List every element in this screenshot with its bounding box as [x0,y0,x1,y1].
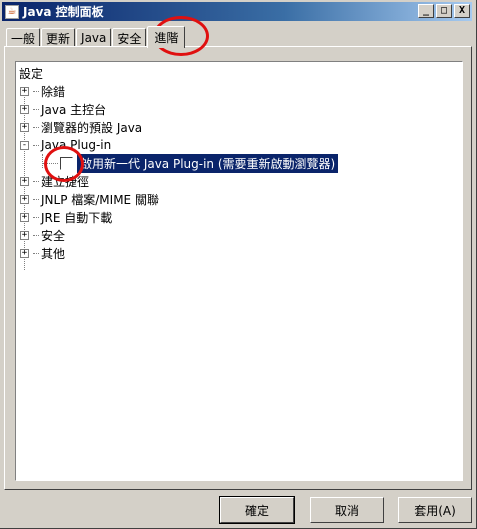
tree-branch-line [42,162,58,164]
tree-item-enable-next-gen-plugin[interactable]: 啟用新一代 Java Plug-in (需要重新啟動瀏覽器) [42,153,339,173]
title-bar[interactable]: ☕ Java 控制面板 _ □ X [2,2,472,21]
apply-button[interactable]: 套用(A) [398,497,472,523]
settings-tree[interactable]: 設定 + 除錯 + Java 主控台 + 瀏覽器的預設 Java - Java … [15,61,463,481]
expand-plus-icon[interactable]: + [20,194,29,204]
expand-plus-icon[interactable]: + [20,86,29,96]
expand-plus-icon[interactable]: + [20,212,29,222]
tree-item-java-plugin[interactable]: - Java Plug-in [16,136,111,154]
tree-item-security[interactable]: + 安全 [16,226,65,244]
expand-plus-icon[interactable]: + [20,230,29,240]
tree-branch-line [33,198,39,200]
expand-plus-icon[interactable]: + [20,248,29,258]
ok-button[interactable]: 確定 [219,496,295,524]
java-cup-icon: ☕ [5,4,19,19]
tree-item-label: Java 主控台 [41,102,107,117]
tab-update[interactable]: 更新 [41,28,76,47]
close-button[interactable]: X [454,4,470,18]
dialog-button-bar: 確定 取消 套用(A) [4,496,472,525]
tree-branch-line [33,180,39,182]
tree-branch-line [33,90,39,92]
enable-next-gen-plugin-checkbox[interactable] [60,156,73,170]
tree-root-label: 設定 [19,66,44,81]
tab-advanced[interactable]: 進階 [147,26,186,48]
tree-item-java-console[interactable]: + Java 主控台 [16,100,106,118]
tree-item-label: 其他 [41,246,66,261]
tree-item-miscellaneous[interactable]: + 其他 [16,244,65,262]
enable-next-gen-plugin-label[interactable]: 啟用新一代 Java Plug-in (需要重新啟動瀏覽器) [77,153,339,173]
tree-branch-line [33,126,39,128]
expand-plus-icon[interactable]: + [20,122,29,132]
tab-general[interactable]: 一般 [6,28,41,47]
tab-strip: 一般 更新 Java 安全 進階 [6,25,186,48]
minimize-button[interactable]: _ [418,4,434,18]
tab-java[interactable]: Java [76,28,112,47]
tab-security[interactable]: 安全 [112,28,147,47]
tree-branch-line [33,252,39,254]
cancel-button[interactable]: 取消 [310,497,384,523]
tree-item-jre-auto-download[interactable]: + JRE 自動下載 [16,208,112,226]
tree-branch-line [33,144,39,146]
tree-branch-line [33,234,39,236]
expand-plus-icon[interactable]: + [20,176,29,186]
tree-item-label: 安全 [41,228,66,243]
window-title: Java 控制面板 [23,5,104,19]
java-control-panel-window: ☕ Java 控制面板 _ □ X 一般 更新 Java 安全 進階 設定 + … [0,0,477,529]
tree-item-label: JNLP 檔案/MIME 關聯 [41,192,159,207]
tree-item-debug[interactable]: + 除錯 [16,82,65,100]
collapse-minus-icon[interactable]: - [20,140,29,150]
tree-branch-line [33,108,39,110]
tree-branch-line [33,216,39,218]
tree-item-browser-default-java[interactable]: + 瀏覽器的預設 Java [16,118,142,136]
tree-item-shortcut[interactable]: + 建立捷徑 [16,172,89,190]
tree-root[interactable]: 設定 [19,64,43,82]
expand-plus-icon[interactable]: + [20,104,29,114]
tree-item-label: Java Plug-in [41,138,112,152]
tree-item-label: 建立捷徑 [41,174,90,189]
advanced-tab-panel: 設定 + 除錯 + Java 主控台 + 瀏覽器的預設 Java - Java … [4,46,472,490]
maximize-button[interactable]: □ [436,4,452,18]
tree-item-label: JRE 自動下載 [41,210,113,225]
tree-item-label: 除錯 [41,84,66,99]
tree-item-label: 瀏覽器的預設 Java [41,120,143,135]
tree-item-jnlp-mime[interactable]: + JNLP 檔案/MIME 關聯 [16,190,159,208]
